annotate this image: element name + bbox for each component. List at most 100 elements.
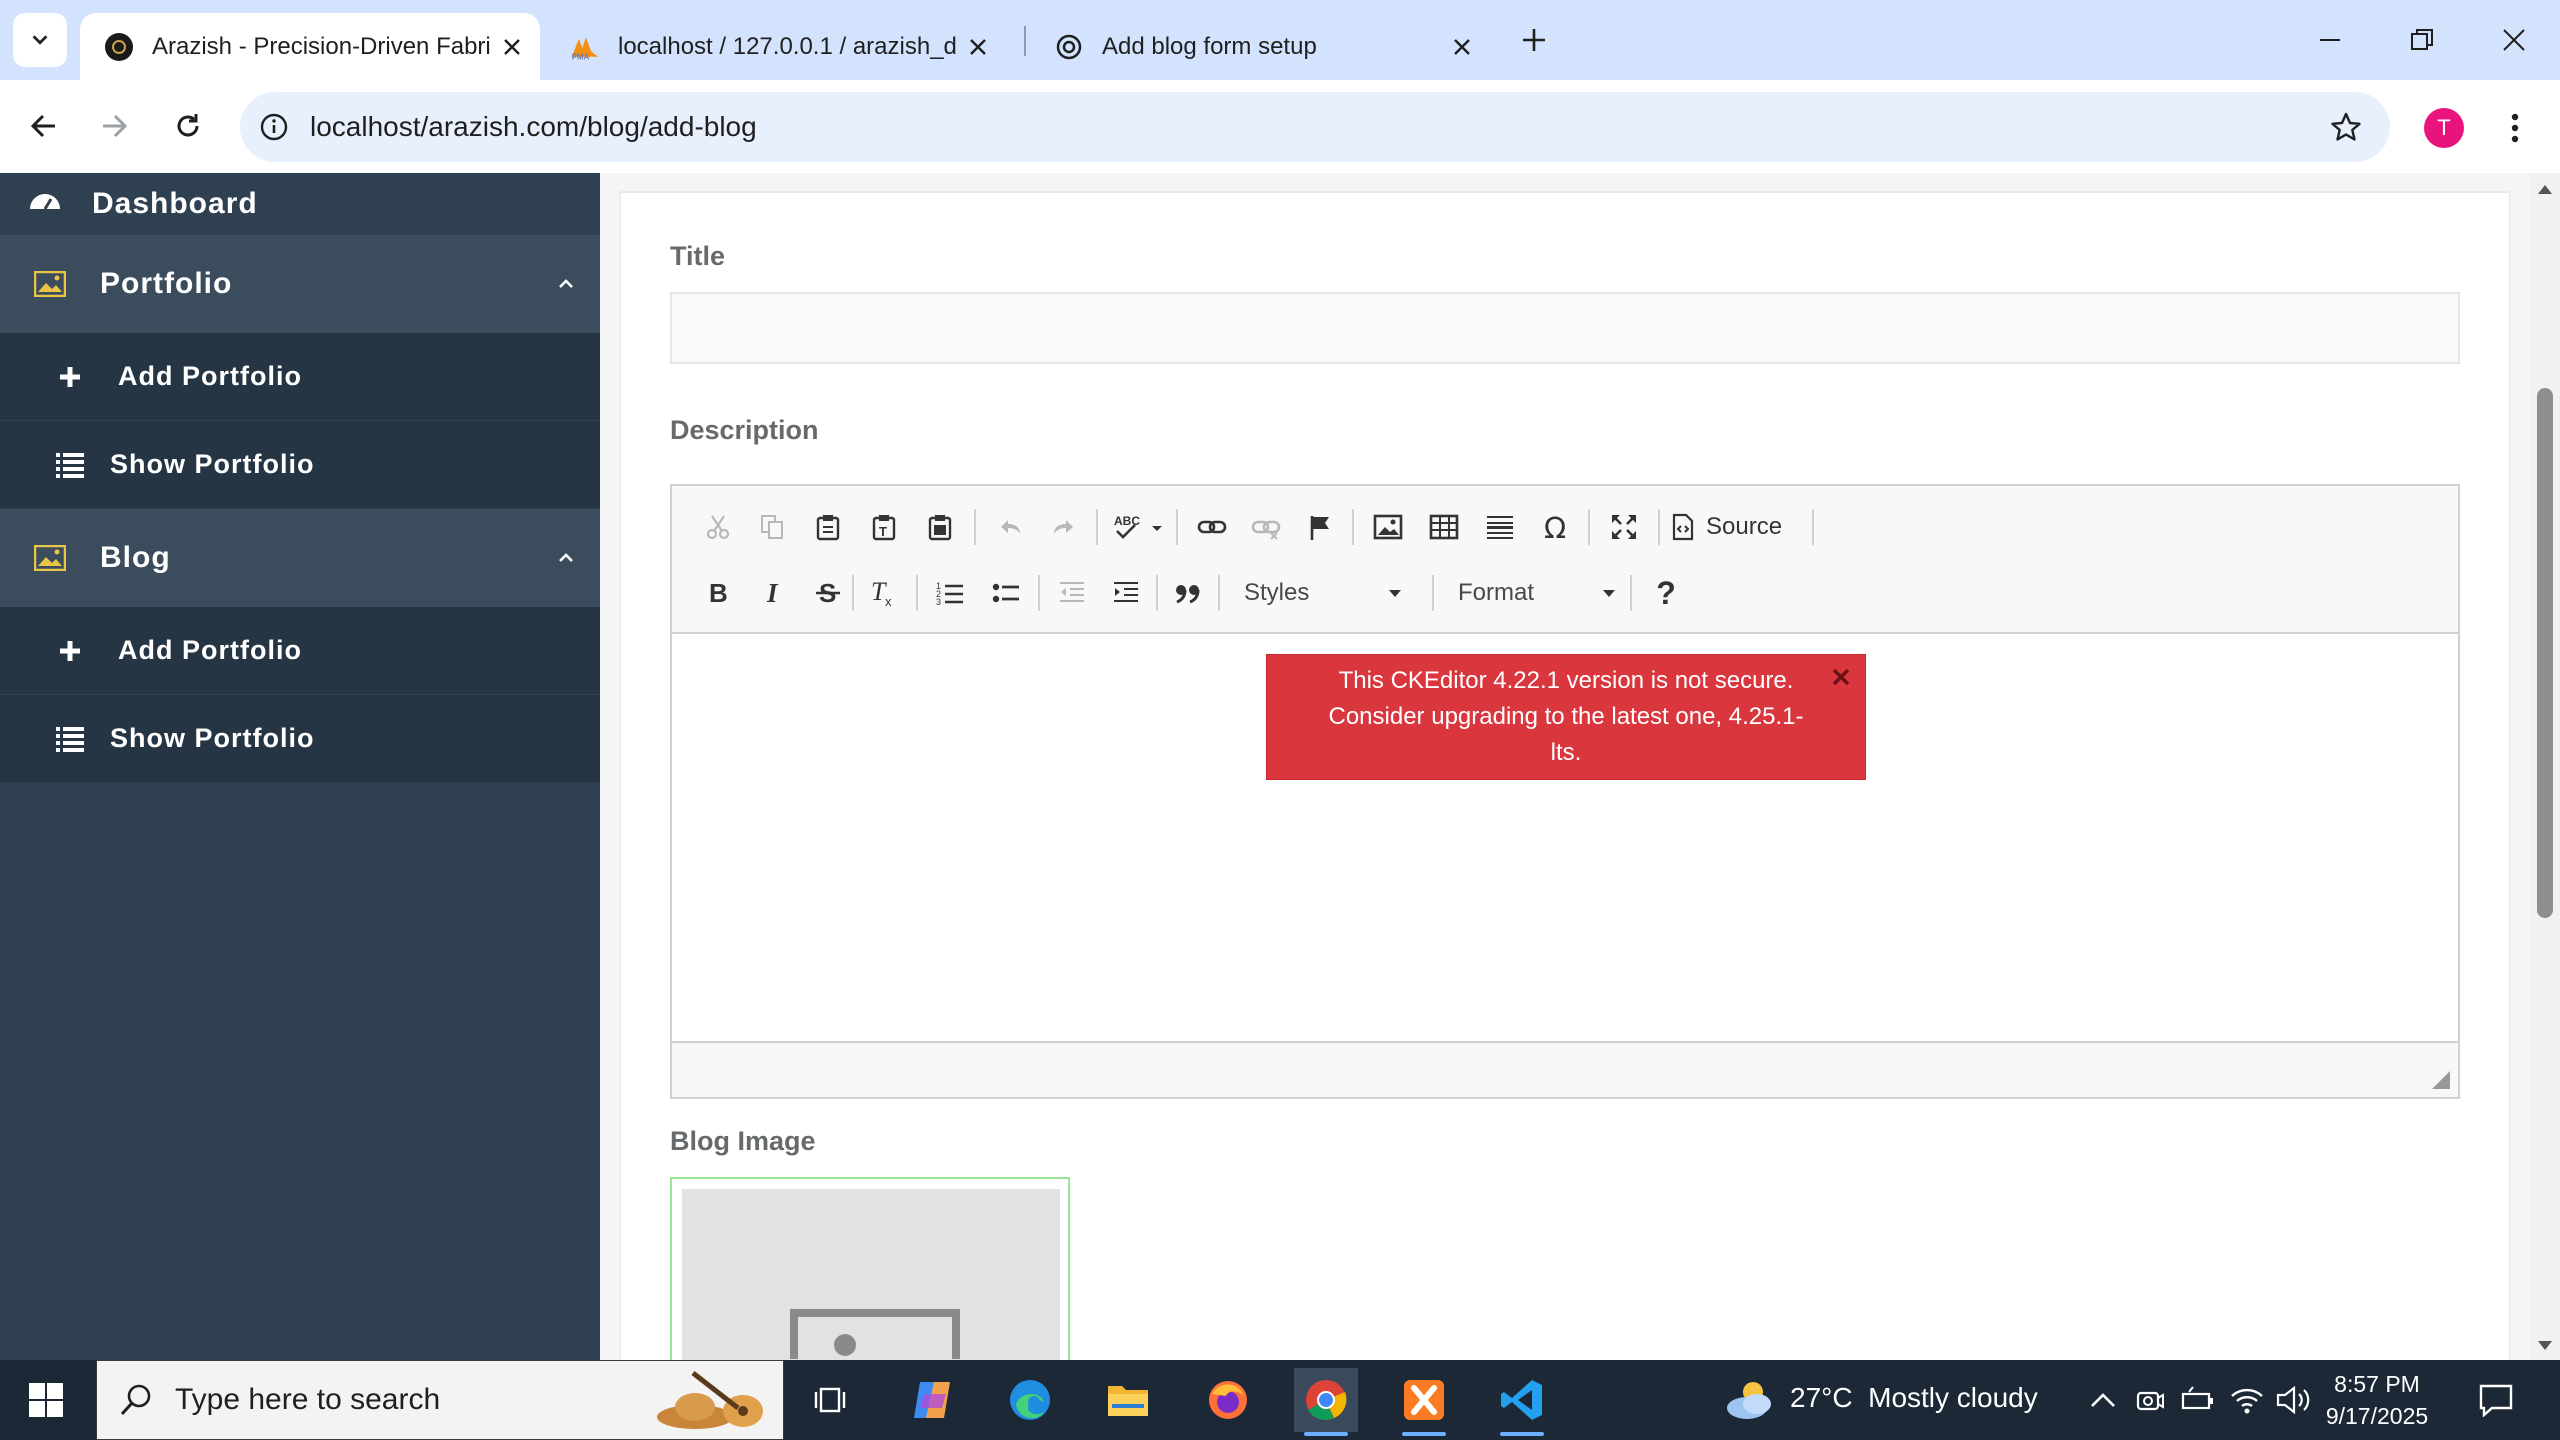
indent-icon[interactable] <box>1104 571 1148 615</box>
blog-image-upload[interactable] <box>670 1177 1070 1369</box>
reload-button[interactable] <box>162 100 214 152</box>
redo-icon[interactable] <box>1042 505 1086 549</box>
sidebar-section-label: Portfolio <box>100 267 233 300</box>
image-icon <box>30 538 70 578</box>
special-char-icon[interactable]: Ω <box>1534 505 1578 549</box>
cut-icon[interactable] <box>696 505 740 549</box>
sidebar-section-portfolio[interactable]: Portfolio <box>0 235 600 333</box>
paste-word-icon[interactable] <box>918 505 962 549</box>
new-tab-button[interactable] <box>1514 20 1554 60</box>
cloudy-weather-icon <box>1727 1382 1771 1419</box>
minimize-button[interactable] <box>2304 14 2356 66</box>
scroll-down-arrow-icon[interactable] <box>2537 1340 2553 1352</box>
tab-search-button[interactable] <box>13 13 67 67</box>
close-tab-icon[interactable] <box>494 29 530 65</box>
vscode-app[interactable] <box>1490 1368 1554 1436</box>
format-label: Format <box>1458 579 1535 606</box>
page-scrollbar[interactable] <box>2530 173 2560 1360</box>
sidebar-item-blog-show[interactable]: Show Portfolio <box>0 695 600 783</box>
meet-now-icon[interactable] <box>2135 1385 2165 1415</box>
taskbar-search-box[interactable]: Type here to search <box>96 1360 784 1440</box>
wifi-icon[interactable] <box>2230 1386 2264 1414</box>
toolbar-separator <box>852 575 854 611</box>
svg-text:B: B <box>709 579 728 607</box>
tab-arazish[interactable]: Arazish - Precision-Driven Fabri <box>80 13 540 80</box>
edge-app[interactable] <box>998 1368 1062 1432</box>
remove-format-icon[interactable]: Tx <box>862 571 906 615</box>
tab-phpmyadmin[interactable]: PMA localhost / 127.0.0.1 / arazish_d <box>546 13 1006 80</box>
italic-icon[interactable]: I <box>752 571 796 615</box>
undo-icon[interactable] <box>988 505 1032 549</box>
firefox-app[interactable] <box>1196 1368 1260 1432</box>
restore-button[interactable] <box>2396 14 2448 66</box>
bold-icon[interactable]: B <box>696 571 740 615</box>
sidebar-item-show-portfolio[interactable]: Show Portfolio <box>0 421 600 509</box>
link-icon[interactable] <box>1190 505 1234 549</box>
back-button[interactable] <box>18 100 70 152</box>
weather-widget[interactable] <box>1718 1368 1782 1432</box>
toolbar-separator <box>1588 509 1590 545</box>
close-tab-icon[interactable] <box>960 29 996 65</box>
task-view-button[interactable] <box>798 1368 862 1432</box>
sidebar-item-blog-add[interactable]: Add Portfolio <box>0 607 600 695</box>
numbered-list-icon[interactable]: 123 <box>928 571 972 615</box>
paste-icon[interactable] <box>806 505 850 549</box>
toolbar-separator <box>1432 575 1434 611</box>
copy-icon[interactable] <box>750 505 794 549</box>
bulleted-list-icon[interactable] <box>984 571 1028 615</box>
show-hidden-icons-icon[interactable] <box>2090 1392 2116 1408</box>
address-bar[interactable]: localhost/arazish.com/blog/add-blog <box>240 92 2390 162</box>
styles-dropdown[interactable]: Styles <box>1232 571 1412 615</box>
admin-sidebar: Dashboard Portfolio Add Portfolio Show P… <box>0 173 600 1360</box>
scrollbar-thumb[interactable] <box>2537 388 2553 918</box>
profile-avatar[interactable]: T <box>2424 108 2464 148</box>
resize-grip-icon[interactable] <box>2432 1071 2450 1089</box>
title-input[interactable] <box>670 292 2460 364</box>
anchor-flag-icon[interactable] <box>1298 505 1342 549</box>
sidebar-section-blog[interactable]: Blog <box>0 509 600 607</box>
blockquote-icon[interactable] <box>1166 571 1210 615</box>
browser-menu-button[interactable] <box>2500 106 2530 150</box>
copilot-app[interactable] <box>900 1368 964 1432</box>
notifications-icon[interactable] <box>2478 1383 2514 1417</box>
arazish-favicon-icon <box>104 32 134 62</box>
unlink-icon[interactable] <box>1244 505 1288 549</box>
scroll-up-arrow-icon[interactable] <box>2537 183 2553 195</box>
chrome-icon <box>1306 1380 1347 1420</box>
spellcheck-icon[interactable]: ABC <box>1110 505 1170 549</box>
editor-content-area[interactable]: This CKEditor 4.22.1 version is not secu… <box>672 634 2458 1035</box>
help-button[interactable]: ? <box>1644 571 1688 615</box>
close-icon <box>2503 29 2525 51</box>
toolbar-separator <box>1630 575 1632 611</box>
paste-text-icon[interactable]: T <box>862 505 906 549</box>
image-icon[interactable] <box>1366 505 1410 549</box>
toolbar-separator <box>1218 575 1220 611</box>
help-label: ? <box>1656 574 1676 611</box>
task-view-icon <box>814 1387 846 1413</box>
file-explorer-app[interactable] <box>1096 1368 1160 1432</box>
close-window-button[interactable] <box>2488 14 2540 66</box>
tab-strip: Arazish - Precision-Driven Fabri PMA loc… <box>0 0 2560 80</box>
chrome-app[interactable] <box>1294 1368 1358 1436</box>
sidebar-item-add-portfolio[interactable]: Add Portfolio <box>0 333 600 421</box>
horizontal-rule-icon[interactable] <box>1478 505 1522 549</box>
table-icon[interactable] <box>1422 505 1466 549</box>
tab-chatgpt[interactable]: Add blog form setup <box>1030 13 1490 80</box>
format-dropdown[interactable]: Format <box>1446 571 1626 615</box>
close-tab-icon[interactable] <box>1444 29 1480 65</box>
battery-icon[interactable] <box>2181 1386 2215 1414</box>
volume-icon[interactable] <box>2276 1385 2312 1415</box>
forward-button[interactable] <box>88 100 140 152</box>
bookmark-star-icon[interactable] <box>2326 107 2366 147</box>
close-notice-icon[interactable] <box>1829 665 1853 689</box>
start-button[interactable] <box>14 1368 78 1432</box>
outdent-icon[interactable] <box>1050 571 1094 615</box>
taskbar-clock[interactable]: 8:57 PM 9/17/2025 <box>2322 1368 2432 1432</box>
xampp-app[interactable] <box>1392 1368 1456 1436</box>
maximize-icon[interactable] <box>1602 505 1646 549</box>
site-info-icon[interactable] <box>256 109 292 145</box>
source-button[interactable]: Source <box>1670 505 1810 549</box>
editor-bottom-bar <box>672 1041 2458 1097</box>
sidebar-item-dashboard[interactable]: Dashboard <box>0 173 600 235</box>
strikethrough-icon[interactable]: S <box>806 571 850 615</box>
